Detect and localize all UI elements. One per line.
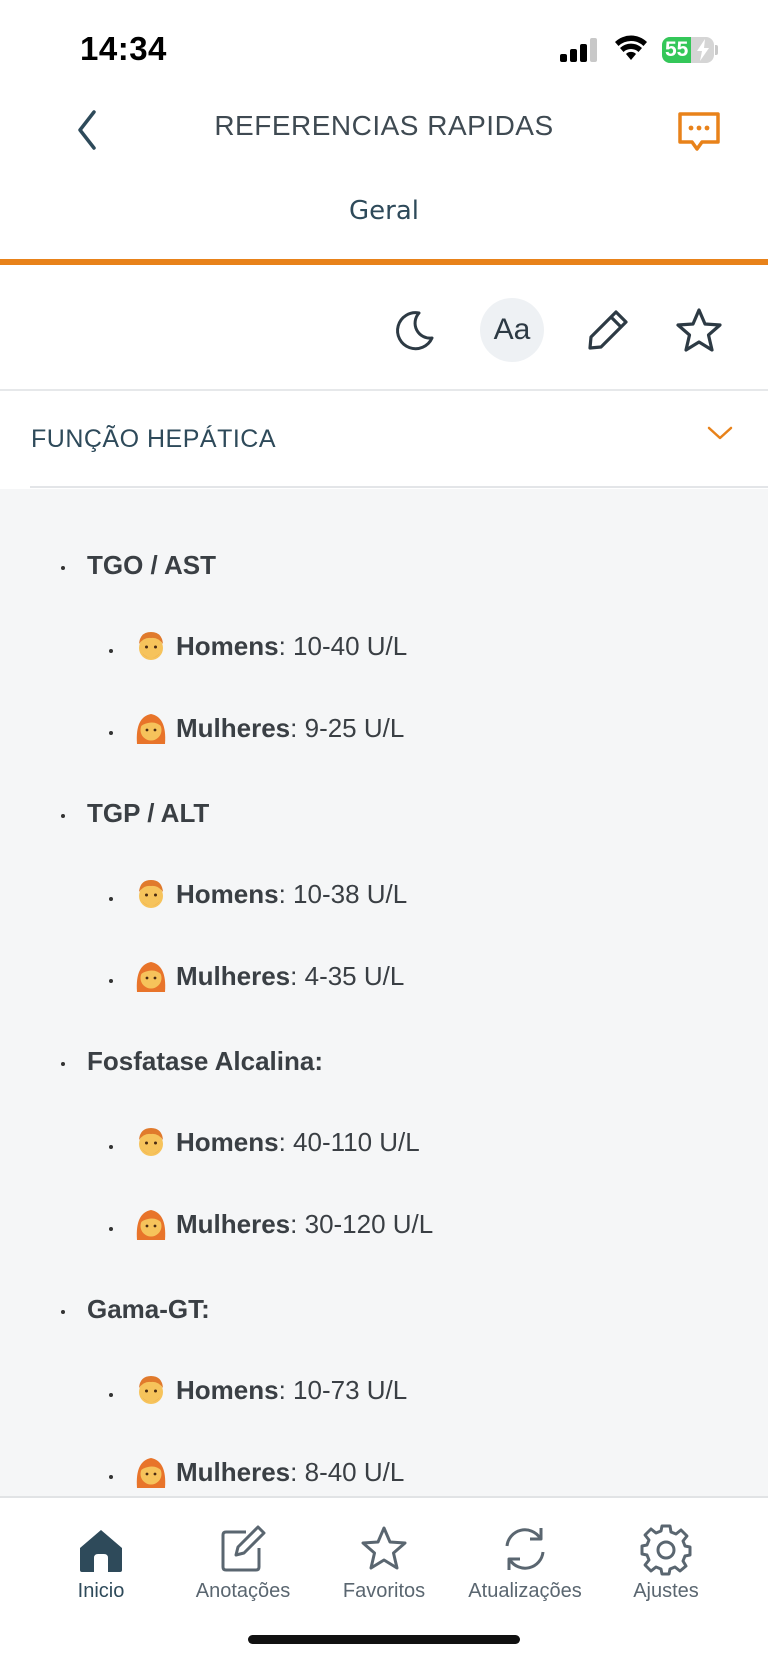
dark-mode-button[interactable] [383, 298, 447, 362]
man-emoji-icon [139, 632, 163, 660]
list-item-men: Homens: 10-38 U/L [134, 877, 407, 911]
home-icon [80, 1530, 122, 1572]
bullet [109, 731, 113, 735]
bullet [61, 1310, 65, 1314]
tab-label: Atualizações [468, 1580, 582, 1602]
bullet [109, 1393, 113, 1397]
list-item-women: Mulheres: 8-40 U/L [134, 1455, 404, 1489]
battery-cap [715, 45, 718, 55]
man-emoji-icon [139, 1128, 163, 1156]
list-item-men: Homens: 10-40 U/L [134, 629, 407, 663]
man-emoji-icon [139, 1376, 163, 1404]
tab-label: Inicio [77, 1580, 125, 1602]
moon-icon [396, 311, 434, 351]
man-emoji-icon [139, 880, 163, 908]
list-item-men: Homens: 40-110 U/L [134, 1125, 420, 1159]
tab-favoritos[interactable]: Favoritos [314, 1520, 454, 1610]
font-size-button[interactable]: Aa [480, 298, 544, 362]
list-item-title: Fosfatase Alcalina: [87, 1046, 324, 1076]
list-item-men: Homens: 10-73 U/L [134, 1373, 407, 1407]
favorite-button[interactable] [667, 298, 731, 362]
edit-note-icon [221, 1525, 266, 1572]
tab-ajustes[interactable]: Ajustes [596, 1520, 736, 1610]
bullet [109, 1475, 113, 1479]
woman-emoji-icon [136, 714, 166, 744]
chevron-down-icon[interactable] [706, 424, 734, 442]
bullet [109, 649, 113, 653]
font-size-label: Aa [493, 313, 531, 346]
list-item-title: Gama-GT: [87, 1294, 210, 1324]
page-title: REFERENCIAS RAPIDAS [214, 110, 554, 141]
charging-bolt-icon [697, 39, 709, 61]
star-outline-icon [676, 308, 722, 352]
section-title: FUNÇÃO HEPÁTICA [31, 425, 277, 453]
reference-content: TGO / AST Homens: 10-40 U/L Mulheres: 9-… [0, 489, 768, 1496]
list-item-title: TGO / AST [87, 550, 217, 580]
woman-emoji-icon [136, 962, 166, 992]
status-bar: 14:34 55 [0, 0, 768, 100]
tab-atualizacoes[interactable]: Atualizações [455, 1520, 595, 1610]
list-item-women: Mulheres: 4-35 U/L [134, 959, 404, 993]
list-item-women: Mulheres: 30-120 U/L [134, 1207, 433, 1241]
tab-inicio[interactable]: Inicio [31, 1520, 171, 1610]
edit-button[interactable] [576, 298, 640, 362]
tab-label: Ajustes [633, 1580, 699, 1602]
bullet [61, 566, 65, 570]
bullet [61, 1062, 65, 1066]
list-item-women: Mulheres: 9-25 U/L [134, 711, 404, 745]
chat-feedback-icon[interactable] [676, 110, 722, 154]
list-item-title: TGP / ALT [87, 798, 210, 828]
tab-label: Favoritos [342, 1580, 426, 1602]
woman-emoji-icon [136, 1210, 166, 1240]
woman-emoji-icon [136, 1458, 166, 1488]
cellular-signal-icon [560, 38, 600, 62]
home-indicator [248, 1635, 520, 1644]
wifi-icon [615, 35, 647, 60]
tab-label: Anotações [195, 1580, 291, 1602]
bullet [109, 1145, 113, 1149]
battery-icon: 55 [662, 37, 714, 63]
tab-anotacoes[interactable]: Anotações [173, 1520, 313, 1610]
pencil-icon [588, 310, 628, 350]
star-icon [361, 1526, 407, 1570]
tab-geral[interactable]: Geral [0, 196, 768, 226]
bullet [109, 1227, 113, 1231]
battery-percentage: 55 [665, 38, 689, 61]
bullet [109, 897, 113, 901]
refresh-icon [505, 1528, 545, 1570]
section-divider [30, 486, 768, 488]
gear-icon [640, 1524, 692, 1576]
bullet [109, 979, 113, 983]
bullet [61, 814, 65, 818]
status-time: 14:34 [80, 30, 167, 67]
